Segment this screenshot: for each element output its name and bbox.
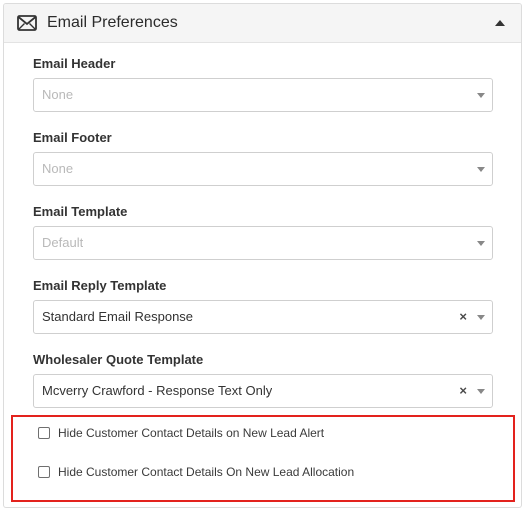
- email-reply-template-label: Email Reply Template: [33, 278, 167, 293]
- panel-header[interactable]: Email Preferences: [4, 4, 521, 43]
- hide-contact-allocation-label[interactable]: Hide Customer Contact Details On New Lea…: [58, 465, 354, 479]
- panel-title: Email Preferences: [47, 14, 178, 31]
- email-footer-value: None: [42, 161, 74, 176]
- email-template-select[interactable]: Default: [33, 226, 493, 260]
- hide-contact-alert-option[interactable]: Hide Customer Contact Details on New Lea…: [38, 426, 324, 440]
- wholesaler-quote-template-value: Mcverry Crawford - Response Text Only: [42, 383, 273, 398]
- email-header-select[interactable]: None: [33, 78, 493, 112]
- chevron-down-icon[interactable]: [477, 241, 485, 246]
- hide-contact-allocation-option[interactable]: Hide Customer Contact Details On New Lea…: [38, 465, 354, 479]
- envelope-icon: [17, 15, 37, 31]
- wholesaler-quote-template-select[interactable]: Mcverry Crawford - Response Text Only ×: [33, 374, 493, 408]
- caret-up-icon[interactable]: [494, 18, 506, 28]
- chevron-down-icon[interactable]: [477, 93, 485, 98]
- hide-contact-allocation-checkbox[interactable]: [38, 466, 50, 478]
- email-reply-template-field: Email Reply Template Standard Email Resp…: [33, 278, 493, 334]
- email-footer-field: Email Footer None: [33, 130, 493, 186]
- email-footer-label: Email Footer: [33, 130, 112, 145]
- highlight-box: Hide Customer Contact Details on New Lea…: [11, 415, 515, 502]
- wholesaler-quote-template-label: Wholesaler Quote Template: [33, 352, 204, 367]
- email-footer-select[interactable]: None: [33, 152, 493, 186]
- clear-icon[interactable]: ×: [459, 301, 467, 333]
- chevron-down-icon[interactable]: [477, 167, 485, 172]
- email-header-label: Email Header: [33, 56, 116, 71]
- wholesaler-quote-template-field: Wholesaler Quote Template Mcverry Crawfo…: [33, 352, 493, 408]
- email-template-value: Default: [42, 235, 84, 250]
- chevron-down-icon[interactable]: [477, 315, 485, 320]
- email-header-value: None: [42, 87, 74, 102]
- clear-icon[interactable]: ×: [459, 375, 467, 407]
- email-header-field: Email Header None: [33, 56, 493, 112]
- email-template-field: Email Template Default: [33, 204, 493, 260]
- chevron-down-icon[interactable]: [477, 389, 485, 394]
- hide-contact-alert-checkbox[interactable]: [38, 427, 50, 439]
- email-template-label: Email Template: [33, 204, 128, 219]
- email-reply-template-select[interactable]: Standard Email Response ×: [33, 300, 493, 334]
- email-reply-template-value: Standard Email Response: [42, 309, 194, 324]
- hide-contact-alert-label[interactable]: Hide Customer Contact Details on New Lea…: [58, 426, 324, 440]
